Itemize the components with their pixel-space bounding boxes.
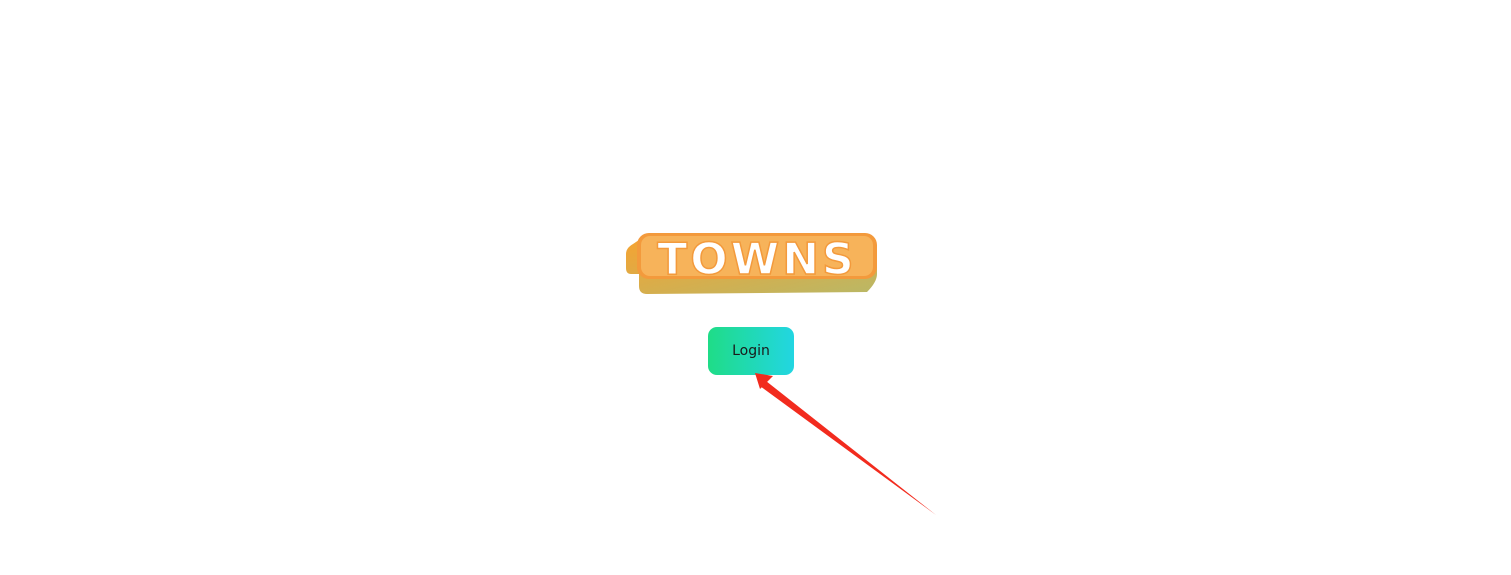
landing-page: TOWNS Login <box>0 0 1511 575</box>
towns-logo: TOWNS <box>625 230 877 296</box>
arrow-head <box>755 373 773 389</box>
towns-logo-graphic: TOWNS <box>626 233 877 294</box>
arrow-shaft <box>760 381 936 515</box>
logo-text: TOWNS <box>657 234 856 285</box>
login-button[interactable]: Login <box>708 327 794 375</box>
